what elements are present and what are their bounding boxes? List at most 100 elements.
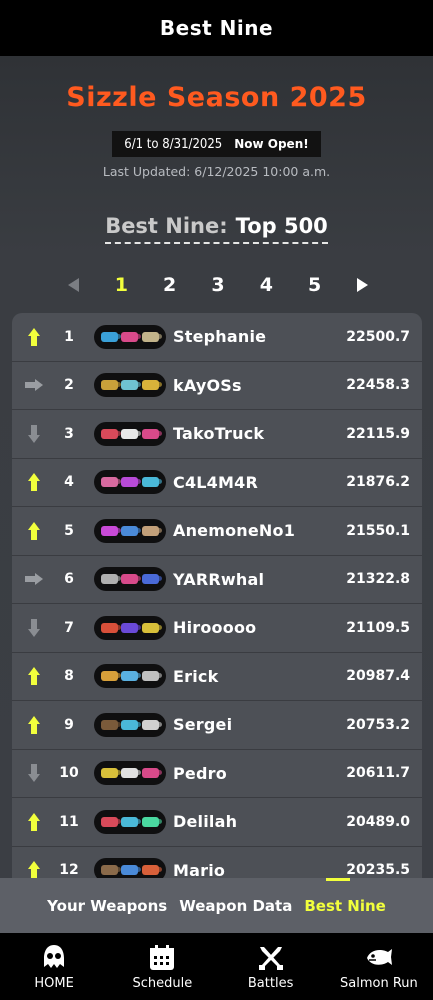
weapon-icon — [121, 719, 142, 730]
ranking-row[interactable]: 3 TakoTruck 22115.9 — [12, 410, 422, 459]
arrow-up-icon — [28, 715, 40, 734]
rank-number: 12 — [59, 862, 79, 878]
x-power-value: 20753.2 — [346, 716, 410, 733]
player-name: kAyOSs — [173, 375, 242, 395]
prev-page-button[interactable] — [58, 273, 88, 297]
ranking-row[interactable]: 9 Sergei 20753.2 — [12, 701, 422, 750]
player-name: Erick — [173, 666, 219, 686]
ranking-row[interactable]: 7 Hirooooo 21109.5 — [12, 604, 422, 653]
weapon-icon — [121, 622, 142, 633]
weapon-loadout — [94, 421, 166, 446]
season-date-row: 6/1 to 8/31/2025 Now Open! — [0, 131, 433, 157]
rank-number: 10 — [59, 765, 79, 782]
rank-number: 3 — [64, 425, 74, 442]
weapon-icon — [100, 768, 121, 779]
x-power-value: 20235.5 — [346, 862, 410, 878]
ranking-row[interactable]: 6 YARRwhal 21322.8 — [12, 556, 422, 604]
trend-indicator — [12, 618, 56, 637]
left-arrow-icon — [67, 278, 79, 292]
arrow-up-icon — [28, 521, 40, 540]
trend-indicator — [12, 424, 56, 443]
arrow-up-icon — [28, 327, 40, 346]
rank-number: 1 — [64, 328, 74, 345]
nav-schedule[interactable]: Schedule — [112, 943, 212, 991]
arrow-right-icon — [25, 573, 43, 586]
weapon-loadout — [94, 664, 166, 689]
tab-your-weapons[interactable]: Your Weapons — [47, 897, 167, 915]
right-arrow-icon — [357, 278, 369, 292]
bottom-nav: HOME Schedule Battles Salmon Run — [0, 933, 433, 1000]
page-5-button[interactable]: 5 — [300, 274, 330, 296]
weapon-icon — [142, 719, 163, 730]
x-power-value: 21109.5 — [346, 619, 410, 636]
trend-indicator — [12, 521, 56, 540]
weapon-icon — [121, 816, 142, 827]
ranking-row[interactable]: 5 AnemoneNo1 21550.1 — [12, 507, 422, 556]
page-1-button[interactable]: 1 — [106, 274, 136, 296]
player-name: Mario — [173, 860, 226, 878]
player-name: Hirooooo — [173, 618, 257, 638]
tab-best-nine[interactable]: Best Nine — [304, 897, 385, 915]
arrow-up-icon — [28, 667, 40, 686]
x-power-value: 21550.1 — [346, 522, 410, 539]
weapon-icon — [142, 574, 163, 585]
player-name: Sergei — [173, 715, 233, 735]
weapon-icon — [142, 428, 163, 439]
main-content: Sizzle Season 2025 6/1 to 8/31/2025 Now … — [0, 56, 433, 878]
section-label: Best Nine: — [105, 214, 228, 238]
player-name: TakoTruck — [173, 424, 265, 444]
nav-battles-label: Battles — [247, 975, 294, 991]
x-power-value: 22458.3 — [346, 377, 410, 394]
trend-indicator — [12, 473, 56, 492]
season-status: Now Open! — [234, 137, 309, 151]
tab-weapon-data[interactable]: Weapon Data — [179, 897, 292, 915]
next-page-button[interactable] — [348, 273, 378, 297]
ranking-row[interactable]: 10 Pedro 20611.7 — [12, 750, 422, 798]
weapon-icon — [100, 865, 121, 876]
trend-indicator — [12, 715, 56, 734]
ranking-row[interactable]: 4 C4L4M4R 21876.2 — [12, 459, 422, 507]
season-dates: 6/1 to 8/31/2025 — [124, 136, 223, 152]
ranking-row[interactable]: 1 Stephanie 22500.7 — [12, 313, 422, 362]
weapon-icon — [142, 865, 163, 876]
player-name: Delilah — [173, 812, 238, 832]
rank-number: 2 — [64, 377, 74, 394]
weapon-icon — [121, 768, 142, 779]
rank-number: 11 — [59, 813, 79, 830]
weapon-icon — [100, 331, 121, 342]
calendar-icon — [150, 944, 175, 970]
nav-home[interactable]: HOME — [4, 943, 104, 991]
arrow-down-icon — [28, 764, 40, 783]
page-2-button[interactable]: 2 — [155, 274, 185, 296]
weapon-icon — [142, 768, 163, 779]
section-heading: Best Nine: Top 500 — [0, 214, 433, 244]
season-date-pill: 6/1 to 8/31/2025 Now Open! — [112, 131, 321, 157]
salmon-icon — [366, 948, 392, 965]
weapon-icon — [121, 671, 142, 682]
page-3-button[interactable]: 3 — [203, 274, 233, 296]
weapon-icon — [142, 816, 163, 827]
nav-battles[interactable]: Battles — [221, 943, 321, 991]
x-power-value: 21876.2 — [346, 474, 410, 491]
weapon-icon — [121, 477, 142, 488]
ranking-row[interactable]: 8 Erick 20987.4 — [12, 653, 422, 701]
trend-indicator — [12, 379, 56, 392]
arrow-up-icon — [28, 473, 40, 492]
weapon-loadout — [94, 324, 166, 349]
trend-indicator — [12, 327, 56, 346]
ranking-row[interactable]: 11 Delilah 20489.0 — [12, 798, 422, 847]
weapon-loadout — [94, 518, 166, 543]
page-4-button[interactable]: 4 — [251, 274, 281, 296]
weapon-icon — [142, 525, 163, 536]
ranking-row[interactable]: 12 Mario 20235.5 — [12, 847, 422, 878]
nav-salmon-run[interactable]: Salmon Run — [329, 943, 429, 991]
ranking-row[interactable]: 2 kAyOSs 22458.3 — [12, 362, 422, 410]
weapon-icon — [100, 719, 121, 730]
rank-number: 7 — [64, 619, 74, 636]
crossed-weapons-icon — [258, 946, 283, 970]
weapon-icon — [121, 331, 142, 342]
pagination: 1 2 3 4 5 — [58, 270, 378, 300]
arrow-up-icon — [28, 812, 40, 831]
player-name: Stephanie — [173, 327, 267, 347]
weapon-icon — [100, 574, 121, 585]
